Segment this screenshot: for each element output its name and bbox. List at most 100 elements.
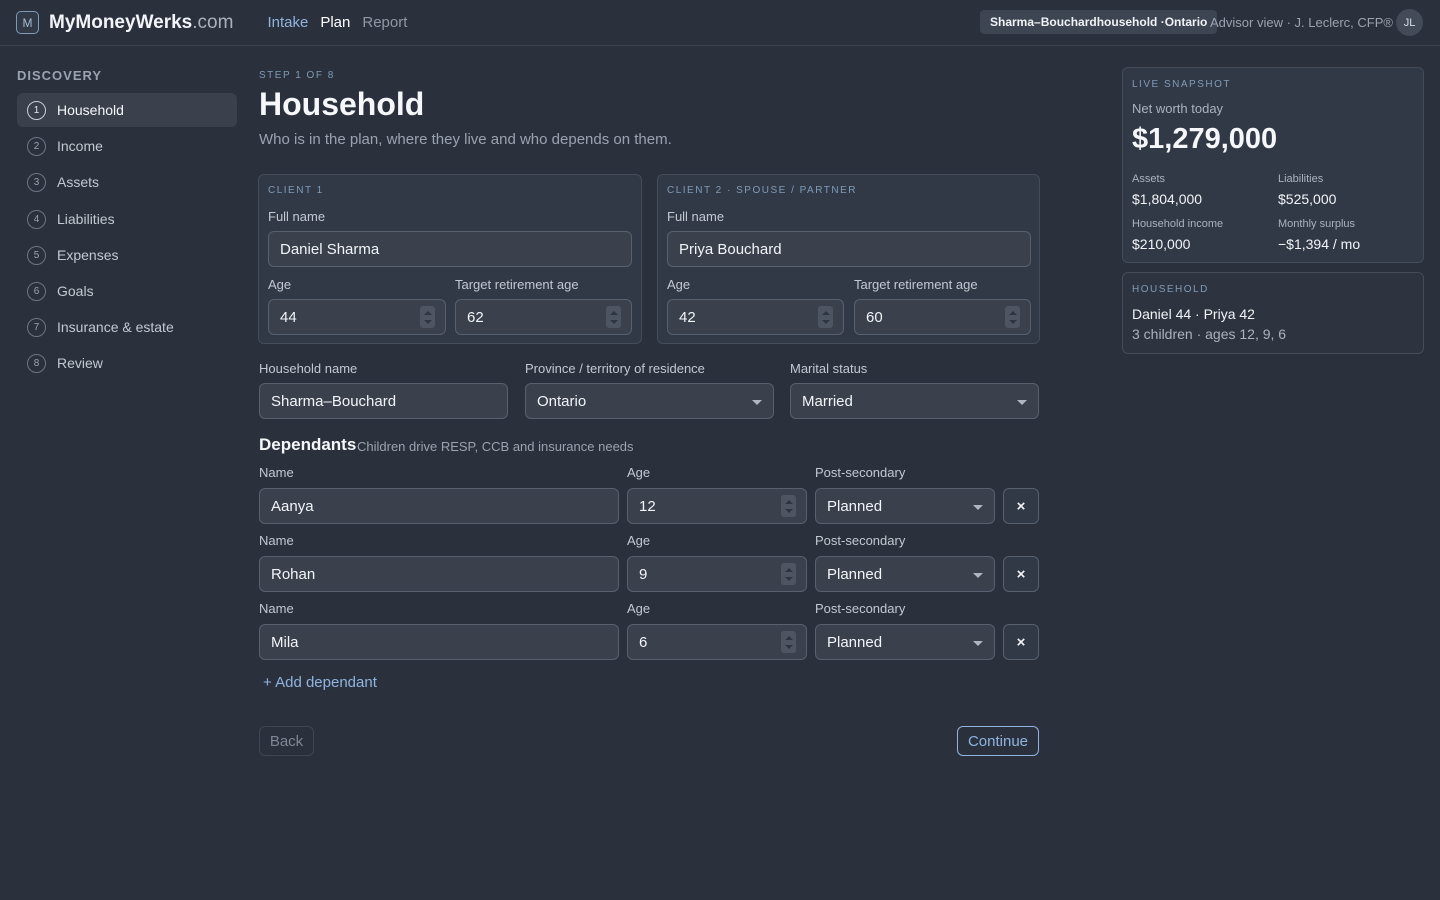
province-select[interactable]: Ontario	[525, 383, 774, 419]
dependant-name-label: Name	[259, 533, 294, 548]
dependant-age-input[interactable]: 6	[627, 624, 807, 660]
page-title: Household	[259, 86, 425, 122]
sidebar-item-goals[interactable]: 6 Goals	[17, 274, 237, 308]
sidebar-item-label: Insurance & estate	[57, 319, 174, 335]
sidebar-item-liabilities[interactable]: 4 Liabilities	[17, 202, 237, 236]
liabilities-label: Liabilities	[1278, 173, 1324, 185]
spinner-icon[interactable]	[420, 306, 435, 328]
surplus-value: −$1,394 / mo	[1278, 236, 1361, 252]
client1-retire-input[interactable]: 62	[455, 299, 632, 335]
dependant-post-select[interactable]: Planned	[815, 556, 995, 592]
income-value: $210,000	[1132, 236, 1191, 252]
dependant-age-value: 6	[639, 633, 648, 651]
spinner-icon[interactable]	[781, 563, 796, 585]
dependant-name-label: Name	[259, 465, 294, 480]
remove-dependant-button[interactable]: ×	[1003, 624, 1039, 660]
step-number-icon: 8	[27, 353, 46, 373]
continue-button[interactable]: Continue	[957, 726, 1039, 756]
dependant-post-label: Post-secondary	[815, 533, 906, 548]
dependant-age-value: 12	[639, 497, 656, 515]
sidebar-item-insurance-estate[interactable]: 7 Insurance & estate	[17, 310, 237, 344]
client2-name-input[interactable]: Priya Bouchard	[667, 231, 1031, 267]
back-button[interactable]: Back	[259, 726, 314, 756]
client1-name-label: Full name	[268, 209, 326, 224]
nav-plan[interactable]: Plan	[320, 14, 350, 31]
brand-domain: .com	[192, 11, 234, 33]
client2-retire-input[interactable]: 60	[854, 299, 1031, 335]
spinner-icon[interactable]	[1005, 306, 1020, 328]
liabilities-value: $525,000	[1278, 191, 1337, 207]
sidebar-item-household[interactable]: 1 Household	[17, 93, 237, 127]
sidebar-item-label: Goals	[57, 283, 94, 299]
income-label: Household income	[1132, 218, 1224, 230]
sidebar-heading: DISCOVERY	[17, 68, 103, 83]
dependant-post-select[interactable]: Planned	[815, 488, 995, 524]
spinner-icon[interactable]	[781, 631, 796, 653]
household-children: 3 children · ages 12, 9, 6	[1132, 326, 1287, 342]
dependant-post-label: Post-secondary	[815, 465, 906, 480]
remove-dependant-button[interactable]: ×	[1003, 556, 1039, 592]
household-summary-heading: HOUSEHOLD	[1132, 284, 1209, 295]
dependant-name-input[interactable]: Rohan	[259, 556, 619, 592]
sidebar-item-income[interactable]: 2 Income	[17, 129, 237, 163]
brand-name[interactable]: MyMoneyWerks.com	[49, 12, 233, 34]
client2-age-value: 42	[679, 308, 696, 326]
client1-name-input[interactable]: Daniel Sharma	[268, 231, 632, 267]
household-members: Daniel 44 · Priya 42	[1132, 306, 1255, 322]
spinner-icon[interactable]	[781, 495, 796, 517]
nav-intake[interactable]: Intake	[267, 14, 308, 31]
client1-age-input[interactable]: 44	[268, 299, 446, 335]
add-dependant-link[interactable]: + Add dependant	[263, 674, 377, 691]
client1-retire-value: 62	[467, 308, 484, 326]
dependant-age-input[interactable]: 12	[627, 488, 807, 524]
client2-age-input[interactable]: 42	[667, 299, 844, 335]
dependants-heading: Dependants	[259, 435, 357, 454]
household-name-input[interactable]: Sharma–Bouchard	[259, 383, 508, 419]
dependant-post-select[interactable]: Planned	[815, 624, 995, 660]
dependant-age-label: Age	[627, 533, 651, 548]
dependant-name-input[interactable]: Mila	[259, 624, 619, 660]
dependant-age-input[interactable]: 9	[627, 556, 807, 592]
household-name-label: Household name	[259, 361, 358, 376]
dependant-name-input[interactable]: Aanya	[259, 488, 619, 524]
household-summary-card: HOUSEHOLD Daniel 44 · Priya 42 3 childre…	[1122, 272, 1424, 354]
client1-retire-label: Target retirement age	[455, 277, 579, 292]
client1-heading: CLIENT 1	[268, 185, 324, 196]
sidebar-item-label: Liabilities	[57, 211, 115, 227]
client2-heading: CLIENT 2 · SPOUSE / PARTNER	[667, 185, 857, 196]
surplus-label: Monthly surplus	[1278, 218, 1356, 230]
client1-age-value: 44	[280, 308, 297, 326]
chevron-down-icon	[752, 400, 762, 405]
marital-value: Married	[802, 392, 853, 410]
sidebar-item-expenses[interactable]: 5 Expenses	[17, 238, 237, 272]
client1-card: CLIENT 1 Full name Daniel Sharma Age 44 …	[258, 174, 642, 344]
sidebar-item-review[interactable]: 8 Review	[17, 346, 237, 380]
step-number-icon: 5	[27, 245, 46, 265]
dependant-age-label: Age	[627, 465, 651, 480]
avatar[interactable]: JL	[1396, 9, 1423, 36]
sidebar-item-label: Assets	[57, 174, 100, 190]
brand-text: MyMoneyWerks	[49, 11, 193, 33]
chevron-down-icon	[1017, 400, 1027, 405]
step-number-icon: 7	[27, 317, 46, 337]
step-indicator: STEP 1 OF 8	[259, 70, 335, 81]
sidebar-item-assets[interactable]: 3 Assets	[17, 165, 237, 199]
province-label: Province / territory of residence	[525, 361, 705, 376]
sidebar-item-label: Household	[57, 102, 124, 118]
logo-icon[interactable]: M	[16, 11, 39, 34]
client2-retire-label: Target retirement age	[854, 277, 978, 292]
nav-report[interactable]: Report	[362, 14, 407, 31]
chevron-down-icon	[973, 505, 983, 510]
remove-dependant-button[interactable]: ×	[1003, 488, 1039, 524]
chevron-down-icon	[973, 573, 983, 578]
net-worth-value: $1,279,000	[1132, 123, 1278, 155]
dependant-post-label: Post-secondary	[815, 601, 906, 616]
client2-age-label: Age	[667, 277, 691, 292]
spinner-icon[interactable]	[818, 306, 833, 328]
household-badge[interactable]: Sharma–Bouchardhousehold ·Ontario	[980, 10, 1218, 34]
dependant-post-value: Planned	[827, 565, 883, 583]
province-value: Ontario	[537, 392, 587, 410]
spinner-icon[interactable]	[606, 306, 621, 328]
marital-select[interactable]: Married	[790, 383, 1039, 419]
chevron-down-icon	[973, 641, 983, 646]
